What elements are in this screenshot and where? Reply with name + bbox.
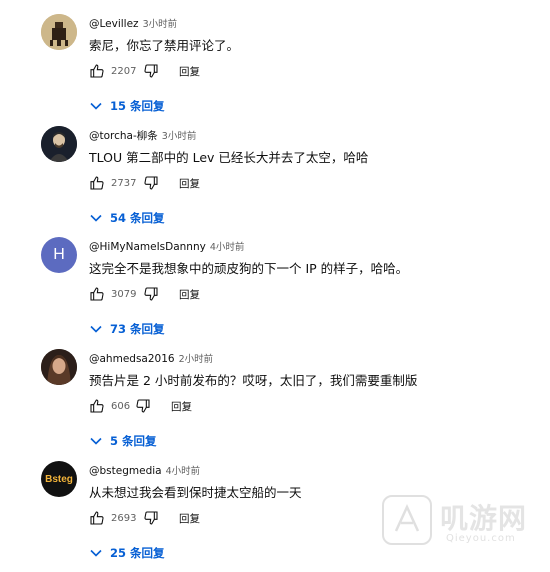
comment-author[interactable]: @ahmedsa2016 xyxy=(89,353,175,365)
reply-button[interactable]: 回复 xyxy=(179,511,200,526)
comment-thread: @torcha-柳条 3小时前 TLOU 第二部中的 Lev 已经长大并去了太空，… xyxy=(0,126,550,237)
avatar-letter: Bsteg xyxy=(45,473,73,485)
thumb-down-icon xyxy=(144,511,158,525)
reply-button[interactable]: 回复 xyxy=(171,399,192,414)
comment-author[interactable]: @HiMyNameIsDannny xyxy=(89,241,206,253)
comment-text: 这完全不是我想象中的顽皮狗的下一个 IP 的样子，哈哈。 xyxy=(89,261,409,276)
replies-label: 5 条回复 xyxy=(110,434,157,448)
thumb-up-icon xyxy=(90,511,104,525)
dislike-button[interactable] xyxy=(141,284,161,304)
chevron-down-icon xyxy=(90,437,102,445)
like-count: 606 xyxy=(111,400,131,412)
view-replies-button[interactable]: 73 条回复 xyxy=(90,321,165,337)
thumb-up-icon xyxy=(90,399,104,413)
avatar[interactable]: Bsteg xyxy=(41,461,77,497)
like-button[interactable] xyxy=(87,284,107,304)
comment-author[interactable]: @Levillez xyxy=(89,18,139,30)
chevron-down-icon xyxy=(90,214,102,222)
comment-author[interactable]: @torcha-柳条 xyxy=(89,130,158,142)
comment-thread: H @HiMyNameIsDannny 4小时前 这完全不是我想象中的顽皮狗的下一… xyxy=(0,237,550,348)
avatar[interactable] xyxy=(41,14,77,50)
avatar[interactable]: H xyxy=(41,237,77,273)
replies-label: 54 条回复 xyxy=(110,211,165,225)
replies-label: 15 条回复 xyxy=(110,99,165,113)
thumb-up-icon xyxy=(90,287,104,301)
watermark-name: 叽游网 xyxy=(440,502,528,535)
reply-button[interactable]: 回复 xyxy=(179,287,200,302)
comment-header: @ahmedsa2016 2小时前 xyxy=(89,351,213,365)
watermark-logo-icon xyxy=(382,495,432,545)
comment-author[interactable]: @bstegmedia xyxy=(89,465,162,477)
like-button[interactable] xyxy=(87,508,107,528)
comment-actions: 606 回复 xyxy=(87,396,192,416)
chevron-down-icon xyxy=(90,549,102,557)
like-button[interactable] xyxy=(87,173,107,193)
like-count: 2207 xyxy=(111,65,137,77)
comment-time[interactable]: 3小时前 xyxy=(162,131,197,142)
dislike-button[interactable] xyxy=(133,396,153,416)
comment-time[interactable]: 4小时前 xyxy=(166,466,201,477)
dislike-button[interactable] xyxy=(141,173,161,193)
comment-time[interactable]: 4小时前 xyxy=(210,242,245,253)
avatar-image xyxy=(41,126,77,162)
like-count: 2693 xyxy=(111,512,137,524)
comment-header: @Levillez 3小时前 xyxy=(89,16,177,30)
comment-actions: 3079 回复 xyxy=(87,284,200,304)
thumb-up-icon xyxy=(90,176,104,190)
chevron-down-icon xyxy=(90,325,102,333)
comment-thread: @Levillez 3小时前 索尼，你忘了禁用评论了。 2207 回复 15 条回… xyxy=(0,14,550,125)
thumb-down-icon xyxy=(136,399,150,413)
thumb-up-icon xyxy=(90,64,104,78)
comment-header: @HiMyNameIsDannny 4小时前 xyxy=(89,239,244,253)
chevron-down-icon xyxy=(90,102,102,110)
comment-thread: @ahmedsa2016 2小时前 预告片是 2 小时前发布的？哎呀，太旧了，我们… xyxy=(0,349,550,460)
like-count: 3079 xyxy=(111,288,137,300)
avatar[interactable] xyxy=(41,349,77,385)
like-button[interactable] xyxy=(87,61,107,81)
replies-label: 73 条回复 xyxy=(110,322,165,336)
watermark-url: Qieyou.com xyxy=(446,533,516,544)
avatar-letter: H xyxy=(53,246,65,263)
dislike-button[interactable] xyxy=(141,61,161,81)
comment-header: @torcha-柳条 3小时前 xyxy=(89,128,196,143)
comment-actions: 2207 回复 xyxy=(87,61,200,81)
reply-button[interactable]: 回复 xyxy=(179,176,200,191)
like-button[interactable] xyxy=(87,396,107,416)
comment-text: 预告片是 2 小时前发布的？哎呀，太旧了，我们需要重制版 xyxy=(89,373,418,388)
comment-text: TLOU 第二部中的 Lev 已经长大并去了太空，哈哈 xyxy=(89,150,369,165)
avatar-image xyxy=(41,349,77,385)
comment-time[interactable]: 2小时前 xyxy=(179,354,214,365)
comment-actions: 2737 回复 xyxy=(87,173,200,193)
comment-time[interactable]: 3小时前 xyxy=(143,19,178,30)
thumb-down-icon xyxy=(144,287,158,301)
comment-actions: 2693 回复 xyxy=(87,508,200,528)
like-count: 2737 xyxy=(111,177,137,189)
view-replies-button[interactable]: 54 条回复 xyxy=(90,210,165,226)
thumb-down-icon xyxy=(144,176,158,190)
comment-header: @bstegmedia 4小时前 xyxy=(89,463,200,477)
thumb-down-icon xyxy=(144,64,158,78)
watermark: 叽游网 Qieyou.com xyxy=(382,491,542,553)
reply-button[interactable]: 回复 xyxy=(179,64,200,79)
avatar[interactable] xyxy=(41,126,77,162)
view-replies-button[interactable]: 5 条回复 xyxy=(90,433,157,449)
dislike-button[interactable] xyxy=(141,508,161,528)
comment-text: 从未想过我会看到保时捷太空船的一天 xyxy=(89,485,302,500)
avatar-image xyxy=(41,14,77,50)
view-replies-button[interactable]: 15 条回复 xyxy=(90,98,165,114)
comment-text: 索尼，你忘了禁用评论了。 xyxy=(89,38,240,53)
